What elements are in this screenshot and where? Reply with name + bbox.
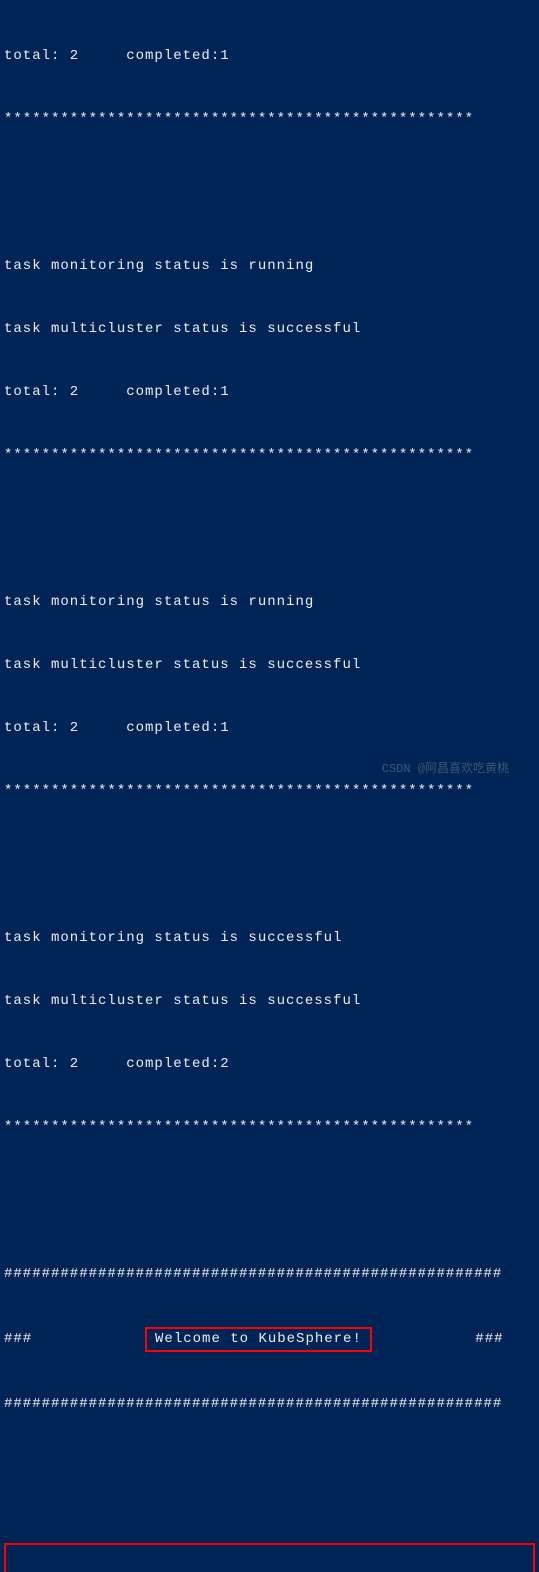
task-status: task monitoring status is running: [4, 256, 535, 277]
task-status: task multicluster status is successful: [4, 319, 535, 340]
blank-line: [4, 172, 535, 193]
separator: ****************************************…: [4, 1117, 535, 1138]
terminal-output: total: 2 completed:1 *******************…: [4, 4, 535, 1572]
blank-line: [4, 508, 535, 529]
task-status: task monitoring status is running: [4, 592, 535, 613]
separator: ****************************************…: [4, 445, 535, 466]
banner-border: ########################################…: [4, 1394, 535, 1415]
banner-prefix: ###: [4, 1329, 145, 1350]
task-status: task monitoring status is successful: [4, 928, 535, 949]
watermark: CSDN @阿昌喜欢吃黄桃: [382, 760, 509, 778]
status-total: total: 2 completed:1: [4, 382, 535, 403]
status-total: total: 2 completed:1: [4, 46, 535, 67]
credentials-highlight: Console: http://10.0.2.15:30880 Account:…: [4, 1543, 535, 1572]
separator: ****************************************…: [4, 109, 535, 130]
separator: ****************************************…: [4, 781, 535, 802]
blank-line: [4, 1457, 535, 1478]
welcome-banner: ### Welcome to KubeSphere! ###: [4, 1327, 535, 1352]
task-status: task multicluster status is successful: [4, 991, 535, 1012]
task-status: task multicluster status is successful: [4, 655, 535, 676]
welcome-text-highlight: Welcome to KubeSphere!: [145, 1327, 372, 1352]
blank-line: [4, 844, 535, 865]
banner-suffix: ###: [372, 1329, 504, 1350]
status-total: total: 2 completed:1: [4, 718, 535, 739]
status-total: total: 2 completed:2: [4, 1054, 535, 1075]
banner-border: ########################################…: [4, 1264, 535, 1285]
blank-line: [4, 1180, 535, 1201]
